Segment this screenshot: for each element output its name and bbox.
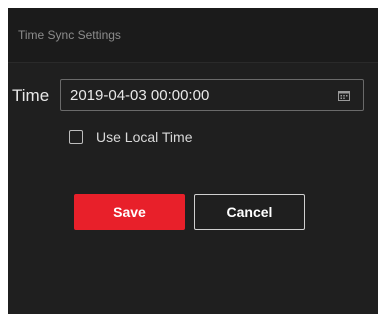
cancel-button[interactable]: Cancel <box>194 194 305 230</box>
time-label: Time <box>12 86 50 105</box>
dialog-title: Time Sync Settings <box>18 28 121 42</box>
dialog-header: Time Sync Settings <box>8 8 378 63</box>
calendar-icon[interactable] <box>338 90 350 101</box>
use-local-time-label[interactable]: Use Local Time <box>96 129 192 146</box>
time-sync-dialog: Time Sync Settings <box>8 8 378 314</box>
use-local-time-checkbox[interactable] <box>69 130 83 144</box>
save-button[interactable]: Save <box>74 194 185 230</box>
time-input[interactable] <box>60 79 364 111</box>
